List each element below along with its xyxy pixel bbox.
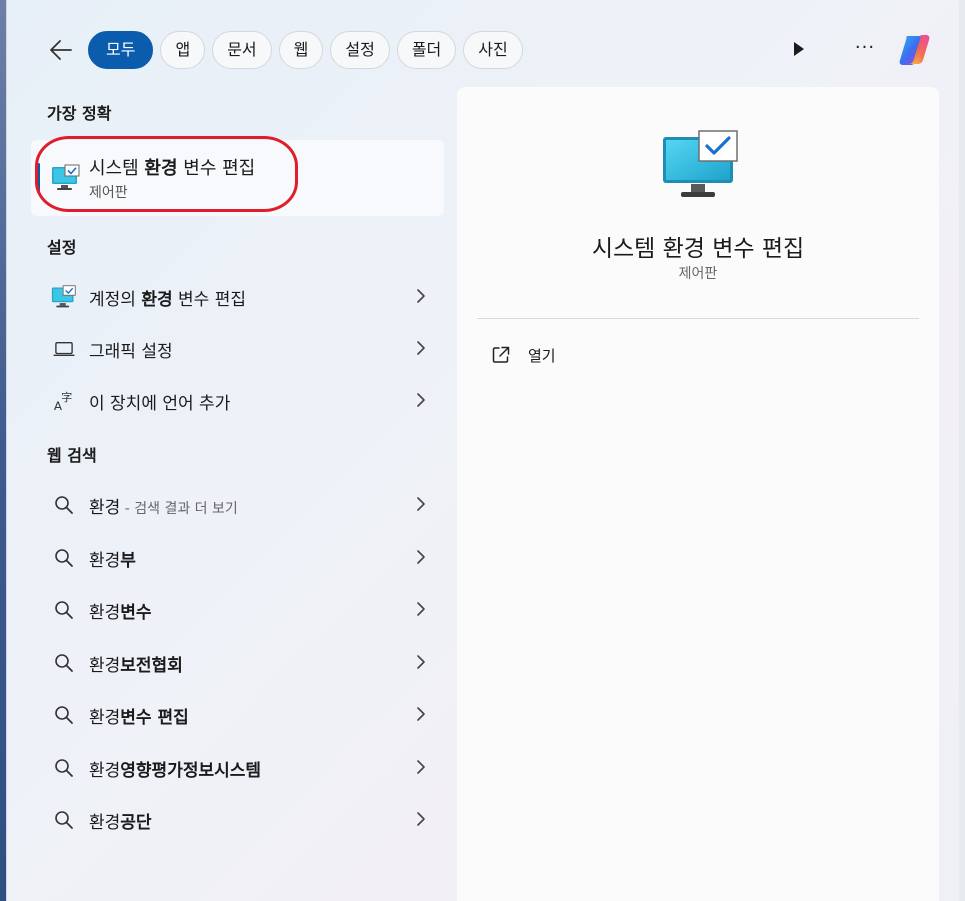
result-row[interactable]: 계정의 환경 변수 편집 [31,274,444,318]
filter-chip[interactable]: 설정 [330,31,390,69]
search-icon [51,493,77,517]
filter-chip[interactable]: 문서 [212,31,272,69]
chevron-right-icon[interactable] [415,340,427,356]
play-icon [794,42,804,56]
chevron-right-icon[interactable] [415,496,427,512]
filter-chip[interactable]: 앱 [160,31,206,69]
result-label: 환경영향평가정보시스템 [89,760,262,781]
filter-chip[interactable]: 사진 [463,31,523,69]
section-title-best-match: 가장 정확 [47,104,112,123]
chevron-right-icon[interactable] [415,549,427,565]
search-icon [51,756,77,780]
search-icon [51,808,77,832]
result-label: 환경보전협회 [89,655,183,676]
copilot-icon [899,35,930,65]
search-panel: 모두 앱 문서 웹 설정 폴더 사진 ··· 가장 정확 시스템 환경 변수 편… [6,0,959,901]
result-row[interactable]: 환경보전협회 [31,640,444,684]
language-icon: A字 [51,389,77,413]
preview-divider [477,318,919,319]
section-title-web-search: 웹 검색 [47,446,97,465]
result-row[interactable]: A字 이 장치에 언어 추가 [31,378,444,422]
result-label: 이 장치에 언어 추가 [89,394,231,414]
result-row[interactable]: 그래픽 설정 [31,326,444,370]
result-label: 환경변수 편집 [89,708,189,728]
chevron-right-icon[interactable] [415,811,427,827]
result-label: 계정의 환경 변수 편집 [89,290,246,310]
arrow-left-icon [50,40,72,60]
chevron-right-icon[interactable] [415,759,427,775]
red-annotation-ring [35,136,298,212]
preview-title: 시스템 환경 변수 편집 [591,236,805,262]
filter-chip[interactable]: 모두 [88,31,154,69]
filter-chips: 모두 앱 문서 웹 설정 폴더 사진 [88,31,523,69]
open-label: 열기 [528,347,556,365]
result-label: 환경공단 [89,813,152,833]
result-row[interactable]: 환경공단 [31,797,444,841]
chevron-right-icon[interactable] [415,654,427,670]
open-external-icon [492,346,510,363]
preview-pane: 시스템 환경 변수 편집 제어판 열기 [457,87,939,901]
result-row[interactable]: 환경변수 [31,587,444,631]
chevron-right-icon[interactable] [415,706,427,722]
result-label: 환경 - 검색 결과 더 보기 [89,498,238,518]
monitor-check-icon [51,285,77,309]
filter-bar: 모두 앱 문서 웹 설정 폴더 사진 ··· [7,28,960,70]
search-icon [51,651,77,675]
filter-chip[interactable]: 웹 [278,31,324,69]
more-icon: ··· [854,37,876,58]
window-edge [959,0,965,901]
result-row[interactable]: 환경 - 검색 결과 더 보기 [31,482,444,526]
preview-subtitle: 제어판 [678,266,718,282]
result-label: 환경변수 [89,603,152,623]
result-label: 그래픽 설정 [89,342,173,362]
laptop-icon [51,337,77,361]
search-icon [51,598,77,622]
svg-text:字: 字 [61,390,72,404]
back-button[interactable] [45,34,77,66]
result-row[interactable]: 환경영향평가정보시스템 [31,745,444,789]
chevron-right-icon[interactable] [415,288,427,304]
filter-chip[interactable]: 폴더 [396,31,457,69]
search-icon [51,546,77,570]
monitor-check-icon [663,130,738,197]
chevron-right-icon[interactable] [415,601,427,617]
more-options-button[interactable]: ··· [853,36,877,60]
open-action[interactable]: 열기 [491,343,691,367]
result-row[interactable]: 환경변수 편집 [31,692,444,736]
section-title-settings: 설정 [47,238,77,257]
result-label: 환경부 [89,550,136,571]
play-button[interactable] [787,38,809,60]
copilot-button[interactable] [895,31,933,69]
search-icon [51,703,77,727]
result-row[interactable]: 환경부 [31,535,444,579]
chevron-right-icon[interactable] [415,392,427,408]
